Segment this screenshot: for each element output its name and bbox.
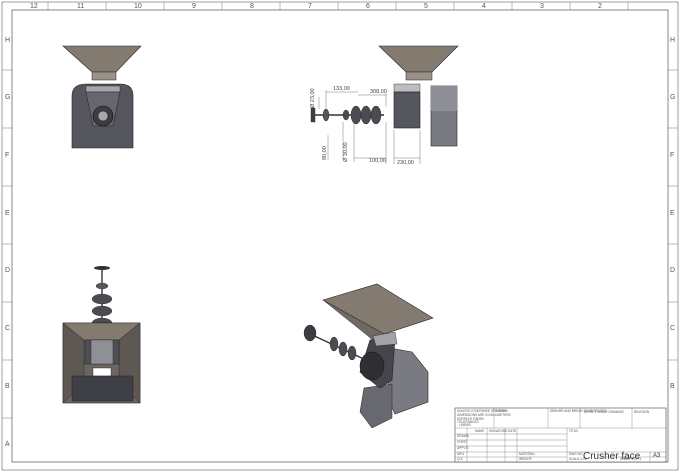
row-label: G [670, 94, 675, 101]
auger-flight [342, 109, 350, 121]
auger-flight [95, 282, 109, 290]
body-top-plate [393, 83, 421, 93]
hopper-neck [405, 71, 433, 81]
auger-handle [310, 107, 316, 123]
tb-col-header: NAME [475, 429, 484, 433]
front-view [62, 45, 142, 149]
tb-material-label: MATERIAL: [519, 452, 536, 456]
tb-col-header: SIGNATURE [489, 429, 507, 433]
drawing-sheet: 12 11 10 9 8 7 6 5 4 3 2 H G F E D C B A… [1, 1, 679, 471]
row-label: C [670, 325, 675, 332]
dimension-label: 308,00 [370, 89, 387, 95]
dimension-label: 230,00 [397, 160, 414, 166]
auger-flight [347, 345, 357, 361]
base-plate [359, 383, 393, 429]
auger-handle [303, 324, 317, 342]
tb-revision: REVISION [634, 410, 650, 414]
body-top-plate [85, 85, 121, 93]
row-label: E [5, 210, 10, 217]
crusher-drum [359, 351, 385, 381]
auger-flight [370, 105, 382, 125]
hopper [62, 45, 142, 73]
tb-note: LINEAR: [459, 423, 472, 427]
row-label: G [5, 94, 10, 101]
tb-col-header: DATE [508, 429, 516, 433]
dimension-label: 100,00 [369, 158, 386, 164]
side-view: 133,00 308,00 Ø 23,00 80,00 Ø 30,00 100,… [310, 45, 459, 166]
column-label: 8 [250, 3, 254, 10]
crusher-housing [393, 91, 421, 129]
tb-row-name: MFG [457, 452, 465, 456]
tb-row-name: DRAWN [457, 434, 470, 438]
row-label: F [670, 152, 674, 159]
tb-row-name: Q.A [457, 457, 463, 461]
top-view [62, 266, 141, 404]
isometric-view [303, 283, 434, 429]
dimension-label: 133,00 [333, 86, 350, 92]
row-label: B [5, 383, 10, 390]
auger-flight [91, 293, 113, 305]
shaft [97, 110, 109, 122]
row-label: H [670, 37, 675, 44]
outlet-opening [92, 367, 112, 377]
column-label: 4 [482, 3, 486, 10]
column-label: 11 [77, 3, 84, 10]
title-block: UNLESS OTHERWISE SPECIFIED: DIMENSIONS A… [454, 407, 667, 463]
tb-weight-label: WEIGHT: [519, 457, 532, 461]
zone-columns: 12 11 10 9 8 7 6 5 4 3 2 [30, 3, 602, 10]
auger-flight [350, 105, 362, 125]
auger-flight [360, 105, 372, 125]
row-label: D [5, 267, 10, 274]
tb-do-not-scale: DO NOT SCALE DRAWING [584, 410, 624, 414]
column-label: 9 [192, 3, 196, 10]
column-label: 6 [366, 3, 370, 10]
tb-dwg-no-label: DWG NO. [569, 452, 583, 456]
crusher-drum [90, 339, 114, 365]
row-label: D [670, 267, 675, 274]
column-label: 3 [540, 3, 544, 10]
tb-row-name: CHK'D [457, 440, 467, 444]
row-label: B [670, 383, 675, 390]
sheet-size: A3 [653, 453, 661, 459]
row-label: A [5, 441, 10, 448]
dimension-label: Ø 23,00 [310, 88, 316, 108]
column-label: 5 [424, 3, 428, 10]
auger-collar [322, 108, 330, 122]
tb-row-name: APPV'D [457, 446, 469, 450]
base-frame [71, 375, 134, 402]
dimension-label: 80,00 [322, 146, 328, 160]
tb-finish: FINISH: [496, 409, 507, 413]
side-plate-highlight [431, 86, 457, 111]
auger-flight [338, 341, 348, 357]
row-label: F [5, 152, 9, 159]
drawing-title: Crusher face [583, 451, 641, 462]
auger-flight [329, 336, 339, 352]
row-label: C [5, 325, 10, 332]
row-label: H [5, 37, 10, 44]
dimension-label: Ø 30,00 [343, 142, 349, 162]
tb-title-label: TITLE: [569, 429, 579, 433]
row-label: E [670, 210, 675, 217]
hopper-neck [91, 71, 117, 81]
column-label: 10 [134, 3, 142, 10]
column-label: 7 [308, 3, 312, 10]
hopper [378, 45, 459, 73]
column-label: 2 [598, 3, 602, 10]
auger-handle [94, 266, 110, 270]
auger-flight [91, 305, 113, 317]
column-label: 12 [30, 3, 38, 10]
side-plate [387, 347, 429, 415]
